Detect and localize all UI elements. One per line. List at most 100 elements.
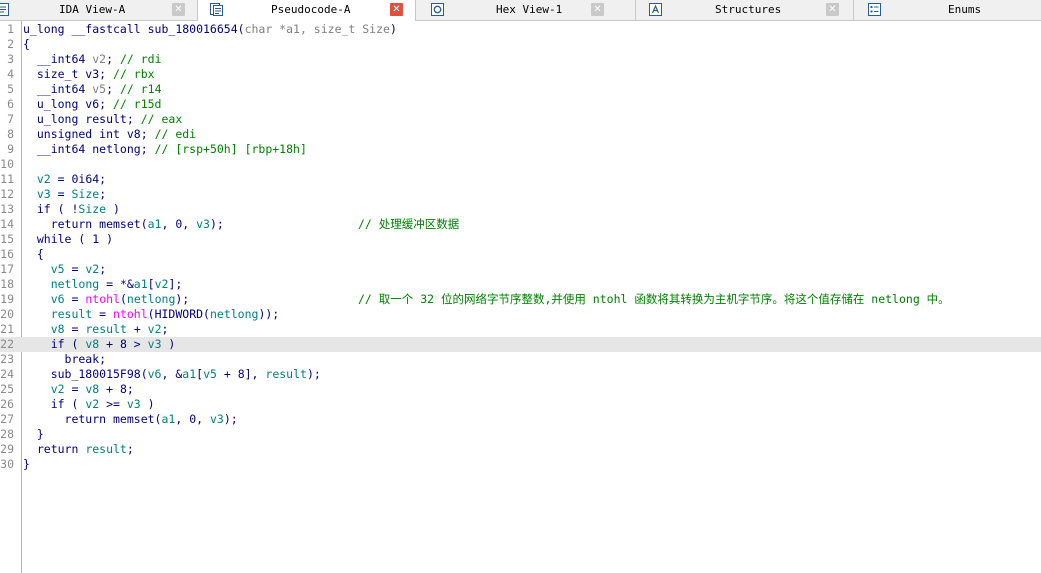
code-token: );: [223, 412, 238, 426]
code-token: + 8],: [216, 367, 266, 381]
code-token: u_long v6;: [23, 97, 114, 111]
code-text: sub_180015F98(v6, &a1[v5 + 8], result);: [23, 367, 321, 382]
code-token: v2: [85, 262, 100, 276]
tab-enums[interactable]: Enums: [854, 0, 1041, 20]
code-line[interactable]: 23 break;: [0, 352, 1041, 367]
code-token: ;: [106, 82, 120, 96]
code-token: ntohl: [85, 292, 120, 306]
close-icon[interactable]: ✕: [390, 3, 403, 16]
line-number: 1: [7, 22, 14, 36]
code-token: if ( !: [23, 202, 79, 216]
line-number: 23: [0, 352, 14, 366]
tab-bar: IDA View-A ✕ Pseudocode-A ✕ Hex View-1 ✕…: [0, 0, 1041, 21]
code-token: result: [265, 367, 307, 381]
code-text: unsigned int v8; // edi: [23, 127, 196, 142]
code-line[interactable]: 17 v5 = v2;: [0, 262, 1041, 277]
code-token: result: [85, 322, 127, 336]
code-line[interactable]: 5 __int64 v5; // r14: [0, 82, 1041, 97]
code-token: =: [64, 322, 86, 336]
code-line[interactable]: 8 unsigned int v8; // edi: [0, 127, 1041, 142]
code-line[interactable]: 7 u_long result; // eax: [0, 112, 1041, 127]
code-token: return memset(: [23, 217, 148, 231]
code-token: // edi: [154, 127, 197, 141]
line-number: 9: [7, 142, 14, 156]
code-text: __int64 v2; // rdi: [23, 52, 162, 67]
code-token: result: [85, 442, 127, 456]
code-line[interactable]: 29 return result;: [0, 442, 1041, 457]
code-token: char *a1, size_t Size: [244, 22, 390, 36]
tab-pseudocode-a[interactable]: Pseudocode-A ✕: [198, 0, 416, 21]
code-line[interactable]: 24 sub_180015F98(v6, &a1[v5 + 8], result…: [0, 367, 1041, 382]
close-icon[interactable]: ✕: [826, 3, 839, 16]
tab-hex-view-1[interactable]: Hex View-1 ✕: [416, 0, 636, 20]
code-line[interactable]: 27 return memset(a1, 0, v3);: [0, 412, 1041, 427]
code-line[interactable]: 22 if ( v8 + 8 > v3 ): [0, 337, 1041, 352]
code-text: v8 = result + v2;: [23, 322, 169, 337]
code-token: a1: [133, 277, 148, 291]
code-line[interactable]: 14 return memset(a1, 0, v3); // 处理缓冲区数据: [0, 217, 1041, 232]
code-line[interactable]: 16 {: [0, 247, 1041, 262]
code-token: if (: [23, 397, 86, 411]
code-token: v3: [36, 187, 51, 201]
code-text: while ( 1 ): [23, 232, 113, 247]
pseudocode-icon: [210, 3, 223, 16]
code-token: v5: [92, 82, 107, 96]
line-number: 8: [7, 127, 14, 141]
line-number: 20: [0, 307, 14, 321]
code-token: while ( 1 ): [23, 232, 114, 246]
tab-structures[interactable]: Structures ✕: [636, 0, 854, 20]
code-token: , 0,: [175, 412, 210, 426]
code-text: __int64 v5; // r14: [23, 82, 162, 97]
code-line[interactable]: 15 while ( 1 ): [0, 232, 1041, 247]
code-text: if ( !Size ): [23, 202, 120, 217]
code-line[interactable]: 19 v6 = ntohl(netlong); // 取一个 32 位的网络字节序…: [0, 292, 1041, 307]
code-token: v2: [154, 277, 169, 291]
tab-ida-view-a[interactable]: IDA View-A ✕: [0, 0, 198, 20]
code-line[interactable]: 9 __int64 netlong; // [rsp+50h] [rbp+18h…: [0, 142, 1041, 157]
code-line[interactable]: 26 if ( v2 >= v3 ): [0, 397, 1041, 412]
code-token: // rbx: [113, 67, 155, 81]
pseudocode-editor[interactable]: 1 u_long __fastcall sub_180016654(char *a…: [0, 21, 1041, 573]
code-token: netlong: [50, 277, 100, 291]
code-line[interactable]: 20 result = ntohl(HIDWORD(netlong));: [0, 307, 1041, 322]
code-token: return memset(: [23, 412, 162, 426]
code-token: , 0,: [161, 217, 197, 231]
code-line[interactable]: 12 v3 = Size;: [0, 187, 1041, 202]
code-line[interactable]: 4 size_t v3; // rbx: [0, 67, 1041, 82]
code-token: + 8;: [99, 382, 134, 396]
code-token: ));: [258, 307, 280, 321]
close-icon[interactable]: ✕: [591, 3, 604, 16]
code-line[interactable]: 30}: [0, 457, 1041, 472]
code-token: return: [23, 442, 86, 456]
line-number: 14: [0, 217, 14, 231]
code-text: return result;: [23, 442, 134, 457]
code-line[interactable]: 25 v2 = v8 + 8;: [0, 382, 1041, 397]
code-line[interactable]: 3 __int64 v2; // rdi: [0, 52, 1041, 67]
code-token: =: [64, 292, 86, 306]
tab-label: IDA View-A: [59, 3, 126, 16]
enums-icon: [868, 3, 881, 16]
code-line[interactable]: 28 }: [0, 427, 1041, 442]
code-line[interactable]: 1 u_long __fastcall sub_180016654(char *a…: [0, 22, 1041, 37]
code-line[interactable]: 2{: [0, 37, 1041, 52]
line-number: 26: [0, 397, 14, 411]
code-token: v2: [92, 52, 107, 66]
code-token: = 0i64;: [50, 172, 107, 186]
code-token: netlong: [126, 292, 176, 306]
line-number: 4: [7, 67, 14, 81]
code-token: a1: [161, 412, 176, 426]
code-token: ;: [99, 262, 107, 276]
code-line[interactable]: 6 u_long v6; // r15d: [0, 97, 1041, 112]
code-line[interactable]: 10: [0, 157, 1041, 172]
code-token: v3: [209, 412, 224, 426]
code-token: size_t v3;: [23, 67, 114, 81]
close-icon[interactable]: ✕: [172, 3, 185, 16]
code-line[interactable]: 18 netlong = *&a1[v2];: [0, 277, 1041, 292]
code-comment: // 处理缓冲区数据: [358, 217, 460, 231]
code-line[interactable]: 21 v8 = result + v2;: [0, 322, 1041, 337]
code-text: v2 = v8 + 8;: [23, 382, 134, 397]
code-line[interactable]: 11 v2 = 0i64;: [0, 172, 1041, 187]
code-line[interactable]: 13 if ( !Size ): [0, 202, 1041, 217]
